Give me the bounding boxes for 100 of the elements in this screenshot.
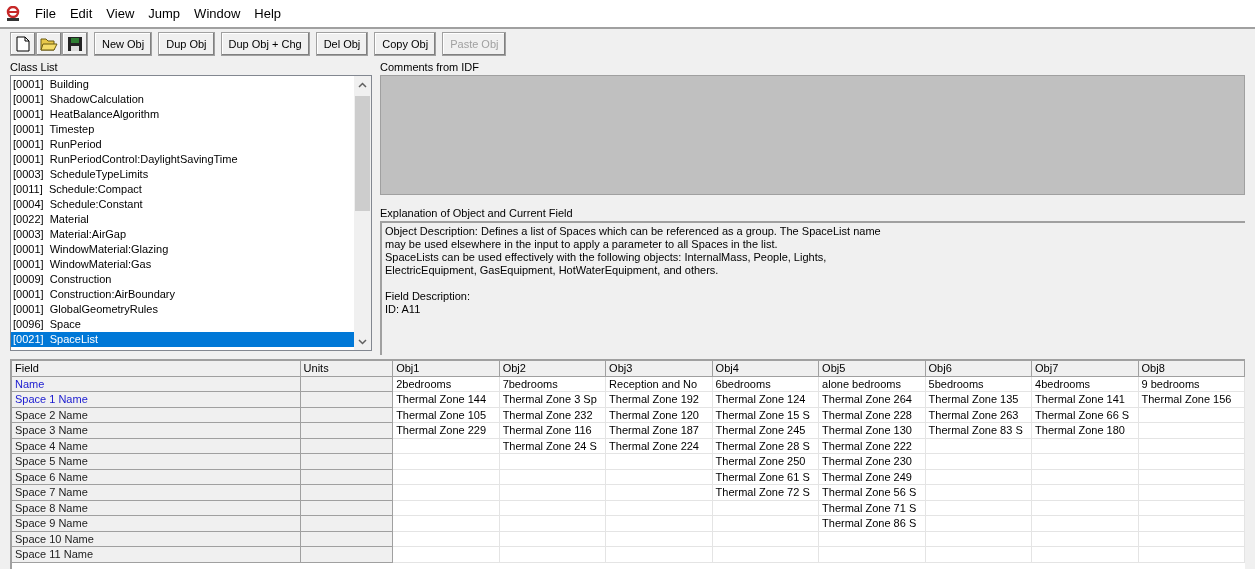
table-cell[interactable]: Thermal Zone 56 S bbox=[819, 485, 926, 501]
field-name-cell[interactable]: Space 7 Name bbox=[12, 485, 301, 501]
field-name-cell[interactable]: Space 3 Name bbox=[12, 423, 301, 439]
scrollbar[interactable] bbox=[354, 76, 371, 350]
table-cell[interactable]: Thermal Zone 15 S bbox=[712, 407, 820, 423]
empty-cell[interactable] bbox=[925, 454, 1033, 470]
empty-cell[interactable] bbox=[712, 516, 820, 532]
table-cell[interactable]: Thermal Zone 249 bbox=[819, 469, 926, 485]
table-cell[interactable]: Thermal Zone 263 bbox=[925, 407, 1033, 423]
class-list-item[interactable]: [0001] HeatBalanceAlgorithm bbox=[11, 107, 354, 122]
table-cell[interactable]: 7bedrooms bbox=[499, 376, 607, 392]
empty-cell[interactable] bbox=[1032, 516, 1139, 532]
class-list-item[interactable]: [0021] SpaceList bbox=[11, 332, 354, 347]
column-header[interactable]: Obj1 bbox=[393, 361, 500, 377]
empty-cell[interactable] bbox=[606, 500, 713, 516]
empty-cell[interactable] bbox=[1138, 438, 1245, 454]
units-cell[interactable] bbox=[300, 516, 394, 532]
empty-cell[interactable] bbox=[1032, 547, 1139, 563]
class-list-item[interactable]: [0001] ShadowCalculation bbox=[11, 92, 354, 107]
table-cell[interactable]: Thermal Zone 156 bbox=[1138, 392, 1245, 408]
empty-cell[interactable] bbox=[1032, 454, 1139, 470]
class-list-item[interactable]: [0004] Schedule:Constant bbox=[11, 197, 354, 212]
class-list-item[interactable]: [0011] Schedule:Compact bbox=[11, 182, 354, 197]
empty-cell[interactable] bbox=[1032, 469, 1139, 485]
column-header[interactable]: Field bbox=[12, 361, 301, 377]
toolbar-button[interactable] bbox=[62, 32, 88, 56]
empty-cell[interactable] bbox=[606, 485, 713, 501]
empty-cell[interactable] bbox=[712, 500, 820, 516]
empty-cell[interactable] bbox=[499, 500, 607, 516]
toolbar-button[interactable]: Del Obj bbox=[315, 32, 369, 56]
class-list-item[interactable]: [0003] Material:AirGap bbox=[11, 227, 354, 242]
table-cell[interactable]: Thermal Zone 180 bbox=[1032, 423, 1139, 439]
menu-item[interactable]: File bbox=[35, 3, 56, 24]
field-name-cell[interactable]: Space 9 Name bbox=[12, 516, 301, 532]
scroll-down-icon[interactable] bbox=[358, 339, 367, 345]
table-cell[interactable]: Thermal Zone 245 bbox=[712, 423, 820, 439]
table-cell[interactable]: 5bedrooms bbox=[925, 376, 1033, 392]
toolbar-button[interactable]: Dup Obj + Chg bbox=[220, 32, 310, 56]
table-cell[interactable]: Thermal Zone 105 bbox=[393, 407, 500, 423]
table-cell[interactable]: Thermal Zone 28 S bbox=[712, 438, 820, 454]
empty-cell[interactable] bbox=[925, 531, 1033, 547]
empty-cell[interactable] bbox=[606, 454, 713, 470]
empty-cell[interactable] bbox=[1138, 423, 1245, 439]
class-list-item[interactable]: [0001] RunPeriodControl:DaylightSavingTime bbox=[11, 152, 354, 167]
empty-cell[interactable] bbox=[925, 438, 1033, 454]
units-cell[interactable] bbox=[300, 392, 394, 408]
column-header[interactable]: Units bbox=[300, 361, 394, 377]
empty-cell[interactable] bbox=[1138, 485, 1245, 501]
table-cell[interactable]: Thermal Zone 71 S bbox=[819, 500, 926, 516]
empty-cell[interactable] bbox=[1138, 454, 1245, 470]
table-cell[interactable]: Thermal Zone 61 S bbox=[712, 469, 820, 485]
column-header[interactable]: Obj7 bbox=[1032, 361, 1139, 377]
class-list-item[interactable]: [0001] Timestep bbox=[11, 122, 354, 137]
table-cell[interactable]: 4bedrooms bbox=[1032, 376, 1139, 392]
menu-item[interactable]: Jump bbox=[148, 3, 181, 24]
empty-cell[interactable] bbox=[1138, 531, 1245, 547]
column-header[interactable]: Obj5 bbox=[819, 361, 926, 377]
empty-cell[interactable] bbox=[819, 531, 926, 547]
class-list-item[interactable]: [0001] WindowMaterial:Gas bbox=[11, 257, 354, 272]
menu-item[interactable]: Window bbox=[194, 3, 241, 24]
table-cell[interactable]: Thermal Zone 130 bbox=[819, 423, 926, 439]
empty-cell[interactable] bbox=[499, 531, 607, 547]
class-list-item[interactable]: [0001] GlobalGeometryRules bbox=[11, 302, 354, 317]
table-cell[interactable]: Thermal Zone 192 bbox=[606, 392, 713, 408]
table-cell[interactable]: Thermal Zone 144 bbox=[393, 392, 500, 408]
class-list-item[interactable]: [0001] WindowMaterial:Glazing bbox=[11, 242, 354, 257]
table-cell[interactable]: Thermal Zone 228 bbox=[819, 407, 926, 423]
empty-cell[interactable] bbox=[712, 531, 820, 547]
table-cell[interactable]: Thermal Zone 264 bbox=[819, 392, 926, 408]
comments-area[interactable] bbox=[380, 75, 1245, 195]
class-list-item[interactable]: [0003] ScheduleTypeLimits bbox=[11, 167, 354, 182]
table-cell[interactable]: Thermal Zone 3 Sp bbox=[499, 392, 607, 408]
empty-cell[interactable] bbox=[1138, 407, 1245, 423]
empty-cell[interactable] bbox=[925, 485, 1033, 501]
table-cell[interactable]: Thermal Zone 120 bbox=[606, 407, 713, 423]
class-list-item[interactable]: [0001] Building bbox=[11, 77, 354, 92]
empty-cell[interactable] bbox=[499, 469, 607, 485]
empty-cell[interactable] bbox=[499, 454, 607, 470]
table-cell[interactable]: 6bedrooms bbox=[712, 376, 820, 392]
table-cell[interactable]: Thermal Zone 83 S bbox=[925, 423, 1033, 439]
class-list-item[interactable]: [0009] Construction bbox=[11, 272, 354, 287]
class-list-item[interactable]: [0022] Material bbox=[11, 212, 354, 227]
empty-cell[interactable] bbox=[606, 516, 713, 532]
empty-cell[interactable] bbox=[1032, 438, 1139, 454]
table-cell[interactable]: Thermal Zone 187 bbox=[606, 423, 713, 439]
table-cell[interactable]: Thermal Zone 141 bbox=[1032, 392, 1139, 408]
units-cell[interactable] bbox=[300, 454, 394, 470]
scroll-up-icon[interactable] bbox=[358, 82, 367, 88]
table-cell[interactable]: Thermal Zone 116 bbox=[499, 423, 607, 439]
scrollbar-thumb[interactable] bbox=[355, 96, 370, 211]
empty-cell[interactable] bbox=[925, 547, 1033, 563]
units-cell[interactable] bbox=[300, 547, 394, 563]
class-list-item[interactable]: [0001] Construction:AirBoundary bbox=[11, 287, 354, 302]
field-name-cell[interactable]: Space 5 Name bbox=[12, 454, 301, 470]
column-header[interactable]: Obj3 bbox=[606, 361, 713, 377]
units-cell[interactable] bbox=[300, 485, 394, 501]
table-cell[interactable]: Thermal Zone 250 bbox=[712, 454, 820, 470]
empty-cell[interactable] bbox=[1032, 500, 1139, 516]
class-list-item[interactable]: [0001] RunPeriod bbox=[11, 137, 354, 152]
empty-cell[interactable] bbox=[925, 500, 1033, 516]
